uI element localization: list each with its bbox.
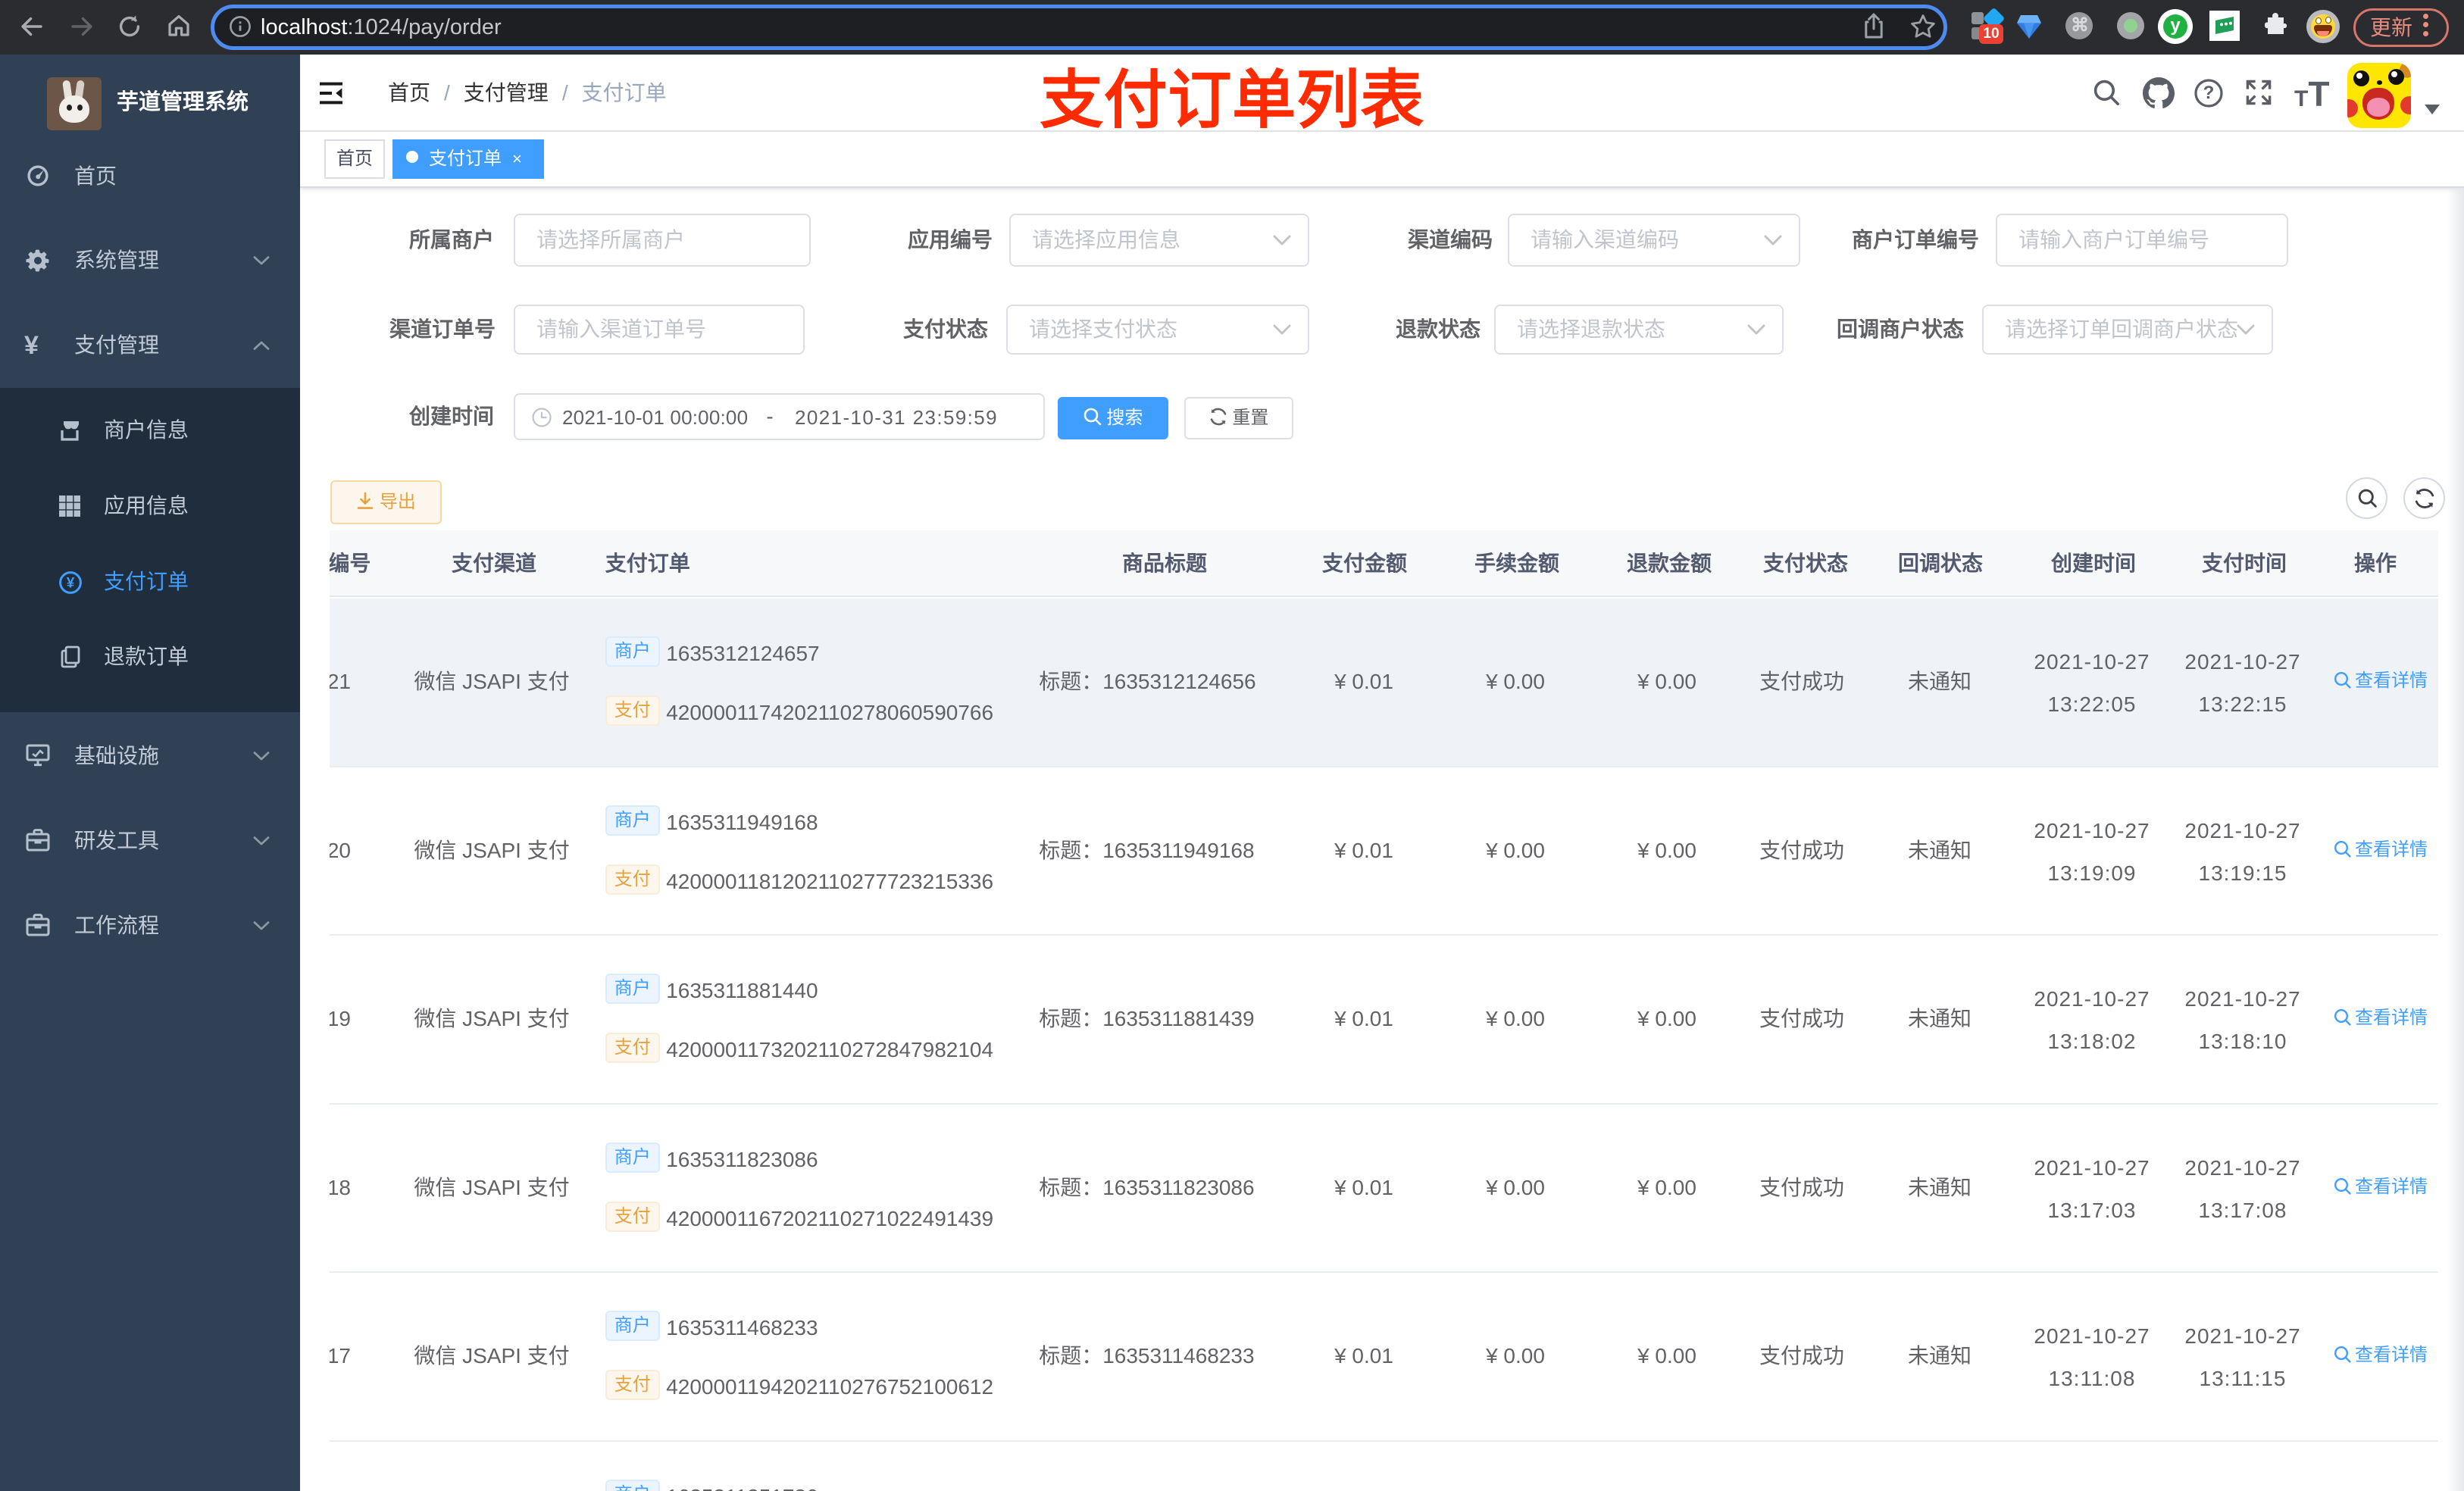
svg-text:¥: ¥: [67, 576, 75, 592]
